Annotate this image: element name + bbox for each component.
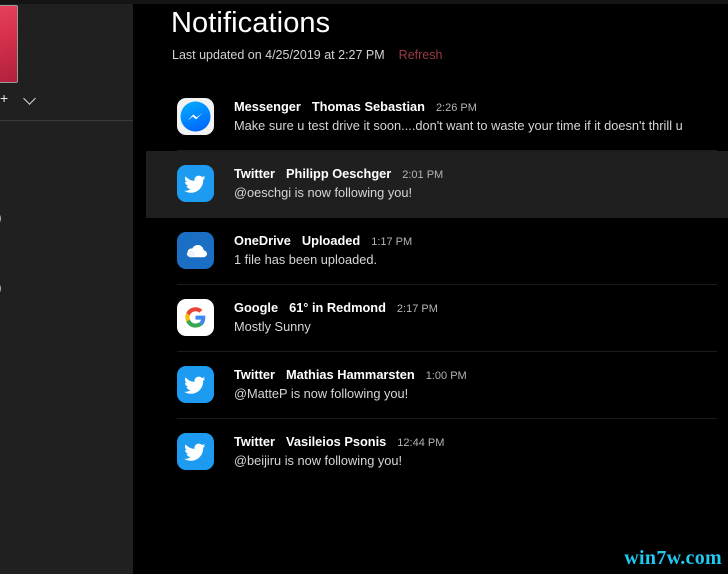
twitter-icon bbox=[177, 366, 214, 403]
notification-timestamp: 2:26 PM bbox=[435, 102, 477, 114]
notification-title: Philipp Oeschger bbox=[286, 166, 392, 181]
notification-app-name: Google bbox=[234, 300, 279, 315]
notification-header: Twitter Mathias Hammarsten 1:00 PM bbox=[234, 367, 728, 382]
sidebar-count-row[interactable]: 0+ bbox=[0, 90, 37, 106]
notification-list: Messenger Thomas Sebastian 2:26 PM Make sur… bbox=[133, 84, 728, 486]
onedrive-icon bbox=[177, 232, 214, 269]
notification-app-name: OneDrive bbox=[234, 233, 291, 248]
notification-item[interactable]: Messenger Thomas Sebastian 2:26 PM Make sur… bbox=[133, 84, 728, 151]
notification-timestamp: 2:17 PM bbox=[396, 303, 438, 315]
sidebar-thumbnail-tile[interactable] bbox=[0, 5, 18, 83]
last-updated-text: Last updated on 4/25/2019 at 2:27 PM bbox=[172, 48, 385, 62]
notification-item[interactable]: OneDrive Uploaded 1:17 PM 1 file has been u… bbox=[133, 218, 728, 285]
twitter-icon bbox=[177, 433, 214, 470]
site-watermark: win7w.com bbox=[624, 547, 722, 569]
notification-timestamp: 2:01 PM bbox=[402, 169, 444, 181]
notification-message: Make sure u test drive it soon....don't … bbox=[234, 118, 683, 133]
twitter-icon bbox=[177, 165, 214, 202]
header-subline: Last updated on 4/25/2019 at 2:27 PM Ref… bbox=[172, 48, 442, 62]
twitter-icon bbox=[177, 433, 214, 470]
notification-title: Vasileios Psonis bbox=[286, 434, 387, 449]
notification-timestamp: 1:17 PM bbox=[371, 236, 413, 248]
notification-item[interactable]: Twitter Philipp Oeschger 2:01 PM @oeschgi i… bbox=[146, 151, 728, 218]
notification-header: Google 61° in Redmond 2:17 PM bbox=[234, 300, 728, 315]
twitter-icon bbox=[177, 366, 214, 403]
sidebar-count-badge: 0+ bbox=[0, 90, 9, 106]
notification-item[interactable]: Twitter Vasileios Psonis 12:44 PM @beijiru … bbox=[133, 419, 728, 486]
left-sidebar: 0+ review) review) bbox=[0, 0, 133, 574]
onedrive-icon bbox=[177, 232, 214, 269]
notification-message: Mostly Sunny bbox=[234, 319, 311, 334]
google-icon bbox=[177, 299, 214, 336]
notification-body: Google 61° in Redmond 2:17 PM Mostly Sunny bbox=[234, 299, 728, 335]
notification-body: Twitter Philipp Oeschger 2:01 PM @oeschgi i… bbox=[234, 165, 728, 201]
messenger-icon bbox=[177, 98, 214, 135]
notification-header: Twitter Vasileios Psonis 12:44 PM bbox=[234, 434, 728, 449]
notification-timestamp: 1:00 PM bbox=[425, 370, 467, 382]
notification-item[interactable]: Twitter Mathias Hammarsten 1:00 PM @MatteP … bbox=[133, 352, 728, 419]
notification-message: @oeschgi is now following you! bbox=[234, 185, 413, 200]
notification-app-name: Twitter bbox=[234, 434, 275, 449]
notification-message: @beijiru is now following you! bbox=[234, 453, 403, 468]
notifications-window: 0+ review) review) Notifications Last up… bbox=[0, 0, 728, 574]
notification-title: 61° in Redmond bbox=[289, 300, 386, 315]
notification-item[interactable]: Google 61° in Redmond 2:17 PM Mostly Sunny bbox=[133, 285, 728, 352]
notification-header: Messenger Thomas Sebastian 2:26 PM bbox=[234, 99, 728, 114]
notification-message: 1 file has been uploaded. bbox=[234, 252, 378, 267]
notification-title: Mathias Hammarsten bbox=[286, 367, 415, 382]
notification-body: OneDrive Uploaded 1:17 PM 1 file has been u… bbox=[234, 232, 728, 268]
notification-app-name: Twitter bbox=[234, 166, 275, 181]
notification-app-name: Messenger bbox=[234, 99, 301, 114]
chevron-down-icon[interactable] bbox=[24, 92, 37, 105]
sidebar-item-preview-1[interactable]: review) bbox=[0, 210, 2, 225]
google-icon bbox=[177, 299, 214, 336]
notification-body: Messenger Thomas Sebastian 2:26 PM Make sur… bbox=[234, 98, 728, 134]
notification-body: Twitter Vasileios Psonis 12:44 PM @beijiru … bbox=[234, 433, 728, 469]
notification-title: Uploaded bbox=[301, 233, 361, 248]
notification-timestamp: 12:44 PM bbox=[397, 437, 445, 449]
sidebar-divider bbox=[0, 120, 133, 121]
notification-header: OneDrive Uploaded 1:17 PM bbox=[234, 233, 728, 248]
main-panel: Notifications Last updated on 4/25/2019 … bbox=[133, 0, 728, 574]
notification-header: Twitter Philipp Oeschger 2:01 PM bbox=[234, 166, 728, 181]
notification-title: Thomas Sebastian bbox=[311, 99, 425, 114]
twitter-icon bbox=[177, 165, 214, 202]
refresh-link[interactable]: Refresh bbox=[399, 48, 443, 62]
notification-body: Twitter Mathias Hammarsten 1:00 PM @MatteP … bbox=[234, 366, 728, 402]
notification-app-name: Twitter bbox=[234, 367, 275, 382]
messenger-icon bbox=[177, 98, 214, 135]
sidebar-item-preview-2[interactable]: review) bbox=[0, 280, 2, 295]
notification-message: @MatteP is now following you! bbox=[234, 386, 409, 401]
page-title: Notifications bbox=[171, 7, 331, 39]
window-top-strip bbox=[0, 0, 728, 4]
